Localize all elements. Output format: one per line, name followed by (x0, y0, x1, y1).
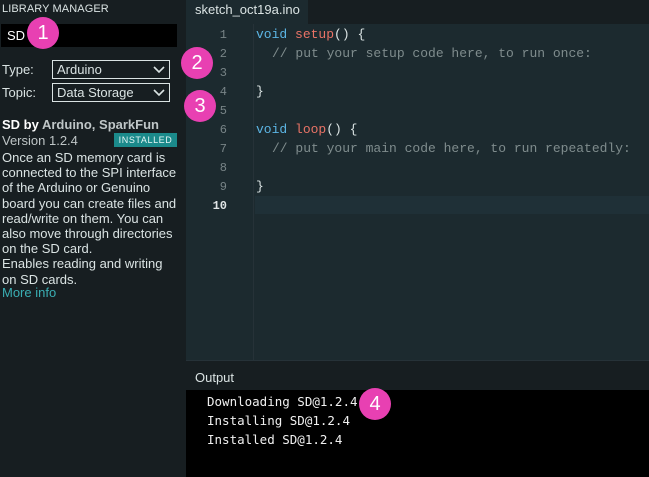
topic-select[interactable]: Data Storage (52, 83, 170, 102)
description-line: read/write on them. You can (2, 210, 164, 226)
code-punctuation: () { (326, 122, 358, 137)
line-number: 4 (219, 85, 227, 99)
description-line: board you can create files and (2, 195, 177, 211)
installed-badge: INSTALLED (114, 133, 177, 147)
callout-marker-4: 4 (359, 388, 391, 420)
output-line: Installing SD@1.2.4 (207, 413, 350, 428)
library-entry-version: Version 1.2.4 (2, 133, 78, 148)
library-entry-name: SD (2, 117, 21, 132)
line-number: 1 (219, 28, 227, 42)
line-number: 3 (219, 66, 227, 80)
line-number: 6 (219, 123, 227, 137)
topic-label: Topic: (2, 85, 36, 100)
code-line-1: void setup() { (256, 27, 365, 42)
code-line-4: } (256, 84, 264, 99)
callout-marker-2: 2 (181, 47, 213, 79)
library-entry-by: by (20, 117, 42, 132)
library-manager-title: LIBRARY MANAGER (2, 3, 109, 15)
line-number-current: 10 (212, 199, 227, 213)
callout-marker-1: 1 (27, 17, 59, 49)
code-line-9: } (256, 179, 264, 194)
function-loop: loop (295, 122, 327, 137)
description-line: also move through directories (2, 226, 173, 242)
editor-tab-bar: sketch_oct19a.ino (186, 0, 649, 24)
description-line: on the SD card. (2, 241, 93, 257)
output-header: Output (186, 360, 649, 390)
chevron-down-icon (153, 66, 165, 74)
line-number: 7 (219, 142, 227, 156)
code-editor[interactable]: 1 2 3 4 5 6 7 8 9 10 void setup() { // p… (186, 24, 649, 360)
tab-sketch[interactable]: sketch_oct19a.ino (186, 0, 308, 24)
library-entry-description: Once an SD memory card is connected to t… (2, 150, 184, 287)
line-number: 9 (219, 180, 227, 194)
type-label: Type: (2, 62, 34, 77)
code-line-7-comment: // put your main code here, to run repea… (272, 141, 631, 156)
library-entry-title: SD by Arduino, SparkFun (2, 117, 159, 132)
code-punctuation: () { (334, 27, 366, 42)
keyword-void: void (256, 122, 288, 137)
keyword-void: void (256, 27, 288, 42)
line-number: 8 (219, 161, 227, 175)
callout-marker-3: 3 (184, 90, 216, 122)
topic-select-value: Data Storage (57, 85, 134, 100)
function-setup: setup (295, 27, 335, 42)
output-line: Downloading SD@1.2.4 (207, 394, 358, 409)
line-number: 2 (219, 47, 227, 61)
output-label: Output (195, 370, 235, 385)
library-manager-panel: LIBRARY MANAGER SD Type: Arduino Topic: … (0, 0, 186, 310)
description-line: Enables reading and writing (2, 256, 163, 272)
output-line: Installed SD@1.2.4 (207, 432, 343, 447)
more-info-link[interactable]: More info (2, 285, 56, 300)
description-line: of the Arduino or Genuino (2, 180, 151, 196)
chevron-down-icon (153, 89, 165, 97)
code-line-2-comment: // put your setup code here, to run once… (272, 46, 592, 61)
output-console[interactable]: Downloading SD@1.2.4 Installing SD@1.2.4… (186, 390, 649, 477)
description-line: Once an SD memory card is (2, 150, 166, 165)
description-line: connected to the SPI interface (2, 165, 177, 181)
library-entry-authors: Arduino, SparkFun (41, 117, 159, 132)
library-panel-empty-area (0, 310, 186, 477)
type-select-value: Arduino (57, 62, 102, 77)
type-select[interactable]: Arduino (52, 60, 170, 79)
current-line-highlight (255, 196, 649, 214)
code-line-6: void loop() { (256, 122, 357, 137)
line-number: 5 (219, 104, 227, 118)
